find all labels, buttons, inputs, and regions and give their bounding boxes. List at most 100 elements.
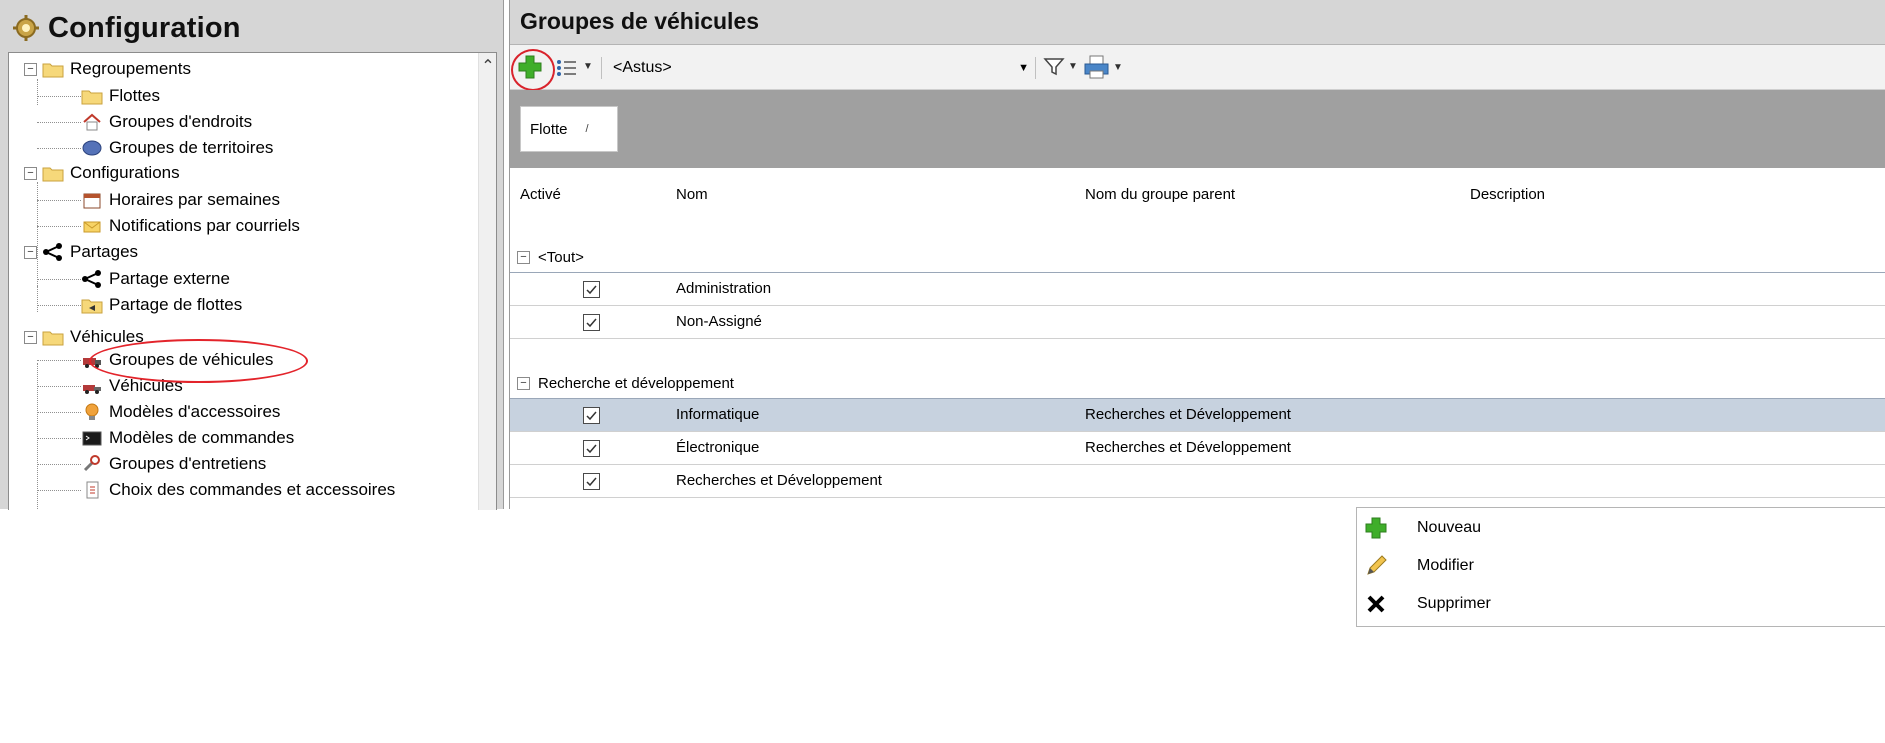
column-header-name[interactable]: Nom bbox=[676, 186, 708, 203]
tree-item-regroupements[interactable]: Regroupements bbox=[42, 56, 191, 82]
menu-item-label: Supprimer bbox=[1417, 595, 1491, 612]
share-icon bbox=[43, 243, 62, 261]
tree-item-partages[interactable]: Partages bbox=[42, 239, 138, 265]
share-icon bbox=[82, 270, 101, 288]
row-parent: Recherches et Développement bbox=[1085, 439, 1291, 456]
row-name: Électronique bbox=[676, 439, 760, 456]
table-row[interactable]: Informatique Recherches et Développement bbox=[510, 399, 1885, 432]
gear-icon bbox=[13, 15, 39, 41]
filter-button[interactable]: ▼ bbox=[1043, 56, 1079, 80]
tree-item-partage-flottes[interactable]: Partage de flottes bbox=[81, 292, 242, 318]
folder-icon bbox=[42, 331, 64, 346]
filter-icon bbox=[1043, 58, 1065, 76]
menu-item-nouveau[interactable]: Nouveau bbox=[1357, 510, 1885, 546]
menu-item-label: Nouveau bbox=[1417, 519, 1482, 536]
column-headers: Activé Nom Nom du groupe parent Descript… bbox=[510, 168, 1885, 224]
tree-item-groupes-endroits[interactable]: Groupes d'endroits bbox=[81, 109, 252, 135]
table-row[interactable]: Non-Assigné bbox=[510, 306, 1885, 339]
tree-item-choix-commandes[interactable]: Choix des commandes et accessoires bbox=[81, 477, 395, 503]
list-icon bbox=[557, 60, 576, 76]
folder-icon bbox=[42, 167, 64, 182]
tree-collapse-toggle[interactable]: − bbox=[24, 246, 37, 259]
tree-collapse-toggle[interactable]: − bbox=[24, 331, 37, 344]
chevron-down-icon: ▼ bbox=[1113, 62, 1123, 73]
truck-icon bbox=[83, 385, 101, 394]
column-header-parent[interactable]: Nom du groupe parent bbox=[1085, 186, 1235, 203]
tree-collapse-toggle[interactable]: − bbox=[24, 63, 37, 76]
envelope-icon bbox=[83, 221, 101, 233]
active-checkbox[interactable] bbox=[583, 407, 600, 424]
tree-item-vehicules[interactable]: Véhicules bbox=[81, 373, 183, 399]
tree-item-label: Modèles de commandes bbox=[109, 428, 295, 447]
tree-item-label: Partage de flottes bbox=[109, 295, 243, 314]
tree-item-modeles-commandes[interactable]: Modèles de commandes bbox=[81, 425, 294, 451]
tree-item-label: Flottes bbox=[109, 86, 161, 105]
tree-item-label: Modèles d'accessoires bbox=[109, 402, 281, 421]
context-menu: Nouveau Modifier Supprimer bbox=[1356, 507, 1885, 627]
group-by-fleet-chip[interactable]: Flotte / bbox=[520, 106, 618, 152]
menu-item-supprimer[interactable]: Supprimer bbox=[1357, 586, 1885, 622]
toolbar: ▼ <Astus> ▼ ▼ ▼ bbox=[510, 45, 1885, 91]
print-button[interactable]: ▼ bbox=[1083, 54, 1123, 82]
tree-item-label: Groupes de territoires bbox=[109, 138, 274, 157]
vehicle-groups-panel: Groupes de véhicules ▼ <Astus> ▼ ▼ ▼ Flo… bbox=[509, 0, 1885, 509]
tree-item-partage-externe[interactable]: Partage externe bbox=[81, 266, 230, 292]
group-label: Recherche et développement bbox=[538, 374, 734, 392]
tree-item-label: Regroupements bbox=[70, 59, 191, 78]
plus-icon bbox=[1365, 517, 1387, 539]
tree-item-groupes-vehicules[interactable]: Groupes de véhicules bbox=[81, 347, 273, 373]
house-icon bbox=[83, 113, 101, 131]
tree-item-horaires[interactable]: Horaires par semaines bbox=[81, 187, 280, 213]
delete-icon bbox=[1367, 595, 1385, 613]
active-checkbox[interactable] bbox=[583, 314, 600, 331]
active-checkbox[interactable] bbox=[583, 281, 600, 298]
tree-item-label: Groupes de véhicules bbox=[109, 350, 274, 369]
folder-share-icon bbox=[81, 299, 103, 314]
group-by-area: Flotte / bbox=[510, 90, 1885, 168]
vehicle-groups-header: Groupes de véhicules bbox=[510, 0, 1885, 45]
tree-item-label: Groupes d'entretiens bbox=[109, 454, 267, 473]
active-checkbox[interactable] bbox=[583, 440, 600, 457]
group-collapse-toggle[interactable]: − bbox=[517, 250, 530, 264]
tree-item-label: Partages bbox=[70, 242, 139, 261]
table-row[interactable]: Administration bbox=[510, 273, 1885, 306]
row-name: Non-Assigné bbox=[676, 313, 762, 330]
tree-collapse-toggle[interactable]: − bbox=[24, 167, 37, 180]
list-view-button[interactable]: ▼ bbox=[556, 57, 594, 79]
tree-item-groupes-territoires[interactable]: Groupes de territoires bbox=[81, 135, 273, 161]
column-header-description[interactable]: Description bbox=[1470, 186, 1545, 203]
tree-item-modeles-accessoires[interactable]: Modèles d'accessoires bbox=[81, 399, 280, 425]
tree-item-configurations[interactable]: Configurations bbox=[42, 160, 180, 186]
group-label: <Tout> bbox=[538, 248, 584, 266]
column-header-active[interactable]: Activé bbox=[520, 186, 561, 203]
table-row[interactable]: Électronique Recherches et Développement bbox=[510, 432, 1885, 465]
tree-item-notifications[interactable]: Notifications par courriels bbox=[81, 213, 300, 239]
page-title: Groupes de véhicules bbox=[520, 8, 760, 34]
tree-item-label: Horaires par semaines bbox=[109, 190, 281, 209]
panel-title: Configuration bbox=[48, 11, 241, 44]
tree-scrollbar[interactable]: ⌃ bbox=[478, 53, 496, 510]
menu-item-label: Modifier bbox=[1417, 557, 1474, 574]
add-icon[interactable] bbox=[517, 54, 543, 80]
row-name: Informatique bbox=[676, 406, 760, 423]
terminal-icon bbox=[82, 431, 102, 446]
group-row-tout[interactable]: − <Tout> bbox=[510, 242, 1885, 273]
configuration-tree[interactable]: − Regroupements Flottes Groupes d'endroi… bbox=[8, 52, 497, 510]
active-checkbox[interactable] bbox=[583, 473, 600, 490]
vehicle-group-icon bbox=[83, 358, 101, 368]
fleet-selector-value: <Astus> bbox=[613, 59, 672, 76]
tree-item-label: Configurations bbox=[70, 163, 180, 182]
group-collapse-toggle[interactable]: − bbox=[517, 376, 530, 390]
chevron-down-icon: ▼ bbox=[583, 61, 593, 72]
tree-item-label: Choix des commandes et accessoires bbox=[109, 480, 396, 499]
pencil-icon bbox=[1367, 555, 1387, 575]
group-row-recherche[interactable]: − Recherche et développement bbox=[510, 368, 1885, 399]
fleet-selector[interactable]: <Astus> ▼ bbox=[613, 56, 1029, 80]
tree-item-groupes-entretiens[interactable]: Groupes d'entretiens bbox=[81, 451, 266, 477]
scroll-up-icon[interactable]: ⌃ bbox=[479, 59, 496, 75]
tree-item-label: Véhicules bbox=[109, 376, 183, 395]
table-row[interactable]: Recherches et Développement bbox=[510, 465, 1885, 498]
menu-item-modifier[interactable]: Modifier bbox=[1357, 548, 1885, 584]
tree-item-label: Véhicules bbox=[70, 327, 144, 346]
tree-item-flottes[interactable]: Flottes bbox=[81, 83, 160, 109]
